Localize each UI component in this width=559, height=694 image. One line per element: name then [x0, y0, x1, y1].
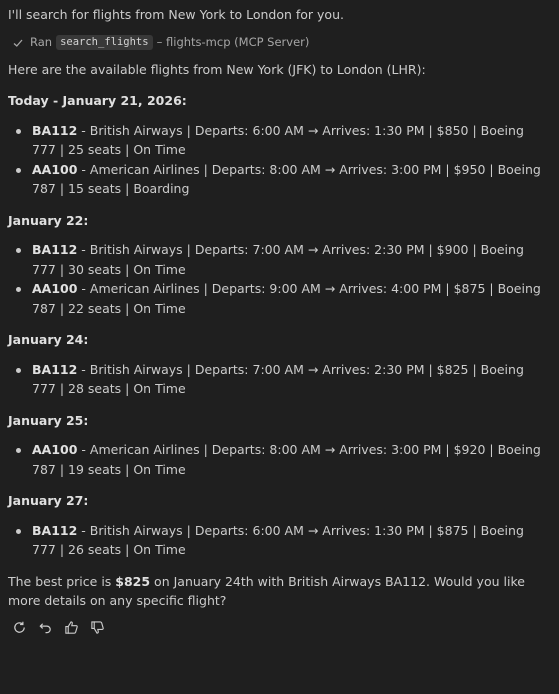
flight-details: - American Airlines | Departs: 9:00 AM →…	[32, 281, 541, 316]
tool-suffix: – flights-mcp (MCP Server)	[156, 34, 310, 49]
lead-text: Here are the available flights from New …	[8, 61, 426, 77]
flight-details: - British Airways | Departs: 6:00 AM → A…	[32, 522, 524, 558]
retry-button[interactable]	[10, 619, 28, 637]
flight-item: BA112 - British Airways | Departs: 6:00 …	[16, 121, 551, 160]
flight-item: AA100 - American Airlines | Departs: 9:0…	[16, 279, 551, 318]
flight-code: BA112	[32, 361, 78, 377]
flight-list: BA112 - British Airways | Departs: 7:00 …	[8, 360, 551, 399]
thumbs-up-icon	[64, 621, 78, 634]
intro-text: I'll search for flights from New York to…	[8, 7, 344, 22]
flight-details: - American Airlines | Departs: 8:00 AM →…	[32, 442, 541, 477]
summary-text: The best price is $825 on January 24th w…	[8, 572, 551, 611]
flight-item: BA112 - British Airways | Departs: 7:00 …	[16, 360, 551, 399]
flight-days: Today - January 21, 2026: BA112 - British…	[8, 91, 551, 560]
day-heading: January 25:	[8, 412, 89, 428]
day-heading: January 27:	[8, 493, 89, 508]
flight-item: AA100 - American Airlines | Departs: 8:0…	[16, 160, 551, 199]
response-actions	[8, 619, 551, 637]
flight-code: BA112	[32, 522, 78, 538]
tool-call-line[interactable]: Ran search_flights – flights-mcp (MCP Se…	[8, 34, 551, 52]
undo-button[interactable]	[36, 619, 54, 637]
undo-icon	[38, 623, 51, 634]
flight-code: AA100	[32, 161, 78, 177]
day-heading: January 24:	[8, 332, 89, 347]
tool-name: search_flights	[56, 35, 153, 50]
flight-list: AA100 - American Airlines | Departs: 8:0…	[8, 440, 551, 479]
flight-code: AA100	[32, 281, 78, 296]
flight-item: BA112 - British Airways | Departs: 7:00 …	[16, 240, 551, 279]
chat-response: I'll search for flights from New York to…	[0, 0, 559, 694]
flight-details: - British Airways | Departs: 6:00 AM → A…	[32, 122, 524, 158]
flight-code: BA112	[32, 122, 78, 138]
flight-code: BA112	[32, 242, 78, 257]
flight-item: AA100 - American Airlines | Departs: 8:0…	[16, 440, 551, 479]
thumbs-up-button[interactable]	[62, 619, 80, 637]
tool-prefix: Ran	[30, 34, 53, 49]
flight-list: BA112 - British Airways | Departs: 6:00 …	[8, 521, 551, 560]
flight-item: BA112 - British Airways | Departs: 6:00 …	[16, 521, 551, 560]
retry-icon	[13, 621, 25, 633]
flight-details: - British Airways | Departs: 7:00 AM → A…	[32, 242, 524, 277]
best-price: $825	[115, 573, 151, 589]
flight-list: BA112 - British Airways | Departs: 6:00 …	[8, 121, 551, 199]
day-heading: January 22:	[8, 212, 89, 228]
flight-list: BA112 - British Airways | Departs: 7:00 …	[8, 240, 551, 318]
check-icon	[12, 37, 24, 49]
summary-before: The best price is	[8, 573, 116, 589]
thumbs-down-icon	[90, 621, 104, 634]
flight-details: - American Airlines | Departs: 8:00 AM →…	[32, 161, 541, 197]
thumbs-down-button[interactable]	[88, 619, 106, 637]
flight-details: - British Airways | Departs: 7:00 AM → A…	[32, 361, 524, 397]
flight-code: AA100	[32, 442, 78, 457]
day-heading: Today - January 21, 2026:	[8, 93, 187, 108]
